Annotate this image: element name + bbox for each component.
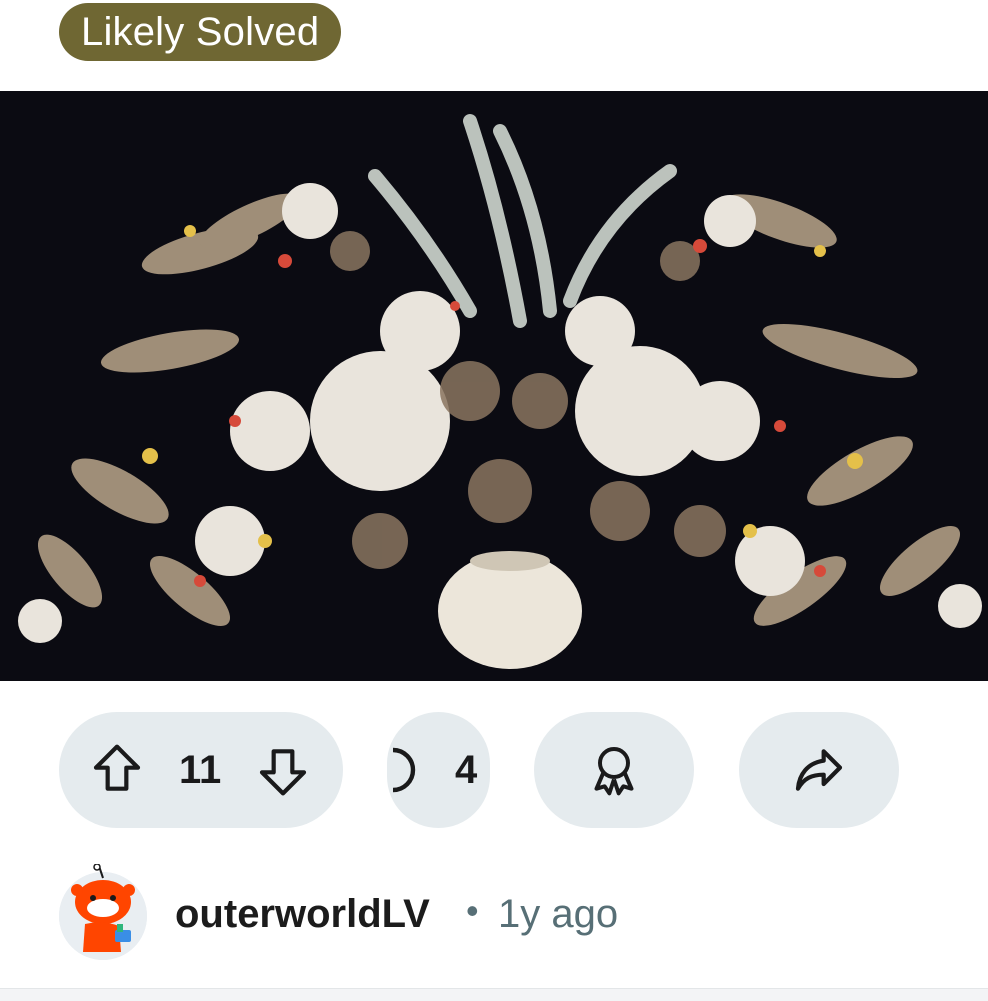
speech-bubble-icon bbox=[389, 742, 429, 798]
post-image[interactable] bbox=[0, 91, 988, 681]
comment-count: 4 bbox=[455, 747, 478, 792]
flower-arrangement-image bbox=[0, 91, 988, 681]
vote-count: 11 bbox=[179, 747, 222, 792]
post-age: 1y ago bbox=[498, 892, 619, 936]
snoo-avatar-icon[interactable] bbox=[59, 864, 147, 960]
section-divider bbox=[0, 988, 988, 1001]
share-button[interactable] bbox=[739, 712, 899, 828]
arrow-down-outline-icon[interactable] bbox=[255, 742, 311, 798]
vote-pill: 11 bbox=[59, 712, 343, 828]
post-flair[interactable]: Likely Solved bbox=[59, 3, 342, 61]
comments-button[interactable]: 4 bbox=[387, 712, 490, 828]
arrow-up-outline-icon[interactable] bbox=[89, 742, 145, 798]
award-ribbon-icon bbox=[586, 742, 642, 798]
post-author-row: outerworldLV • 1y ago bbox=[0, 864, 988, 962]
meta-separator: • bbox=[466, 890, 479, 931]
award-button[interactable] bbox=[534, 712, 694, 828]
post-action-bar: 11 4 bbox=[0, 712, 988, 828]
author-username[interactable]: outerworldLV bbox=[175, 892, 430, 937]
share-arrow-icon bbox=[791, 742, 847, 798]
